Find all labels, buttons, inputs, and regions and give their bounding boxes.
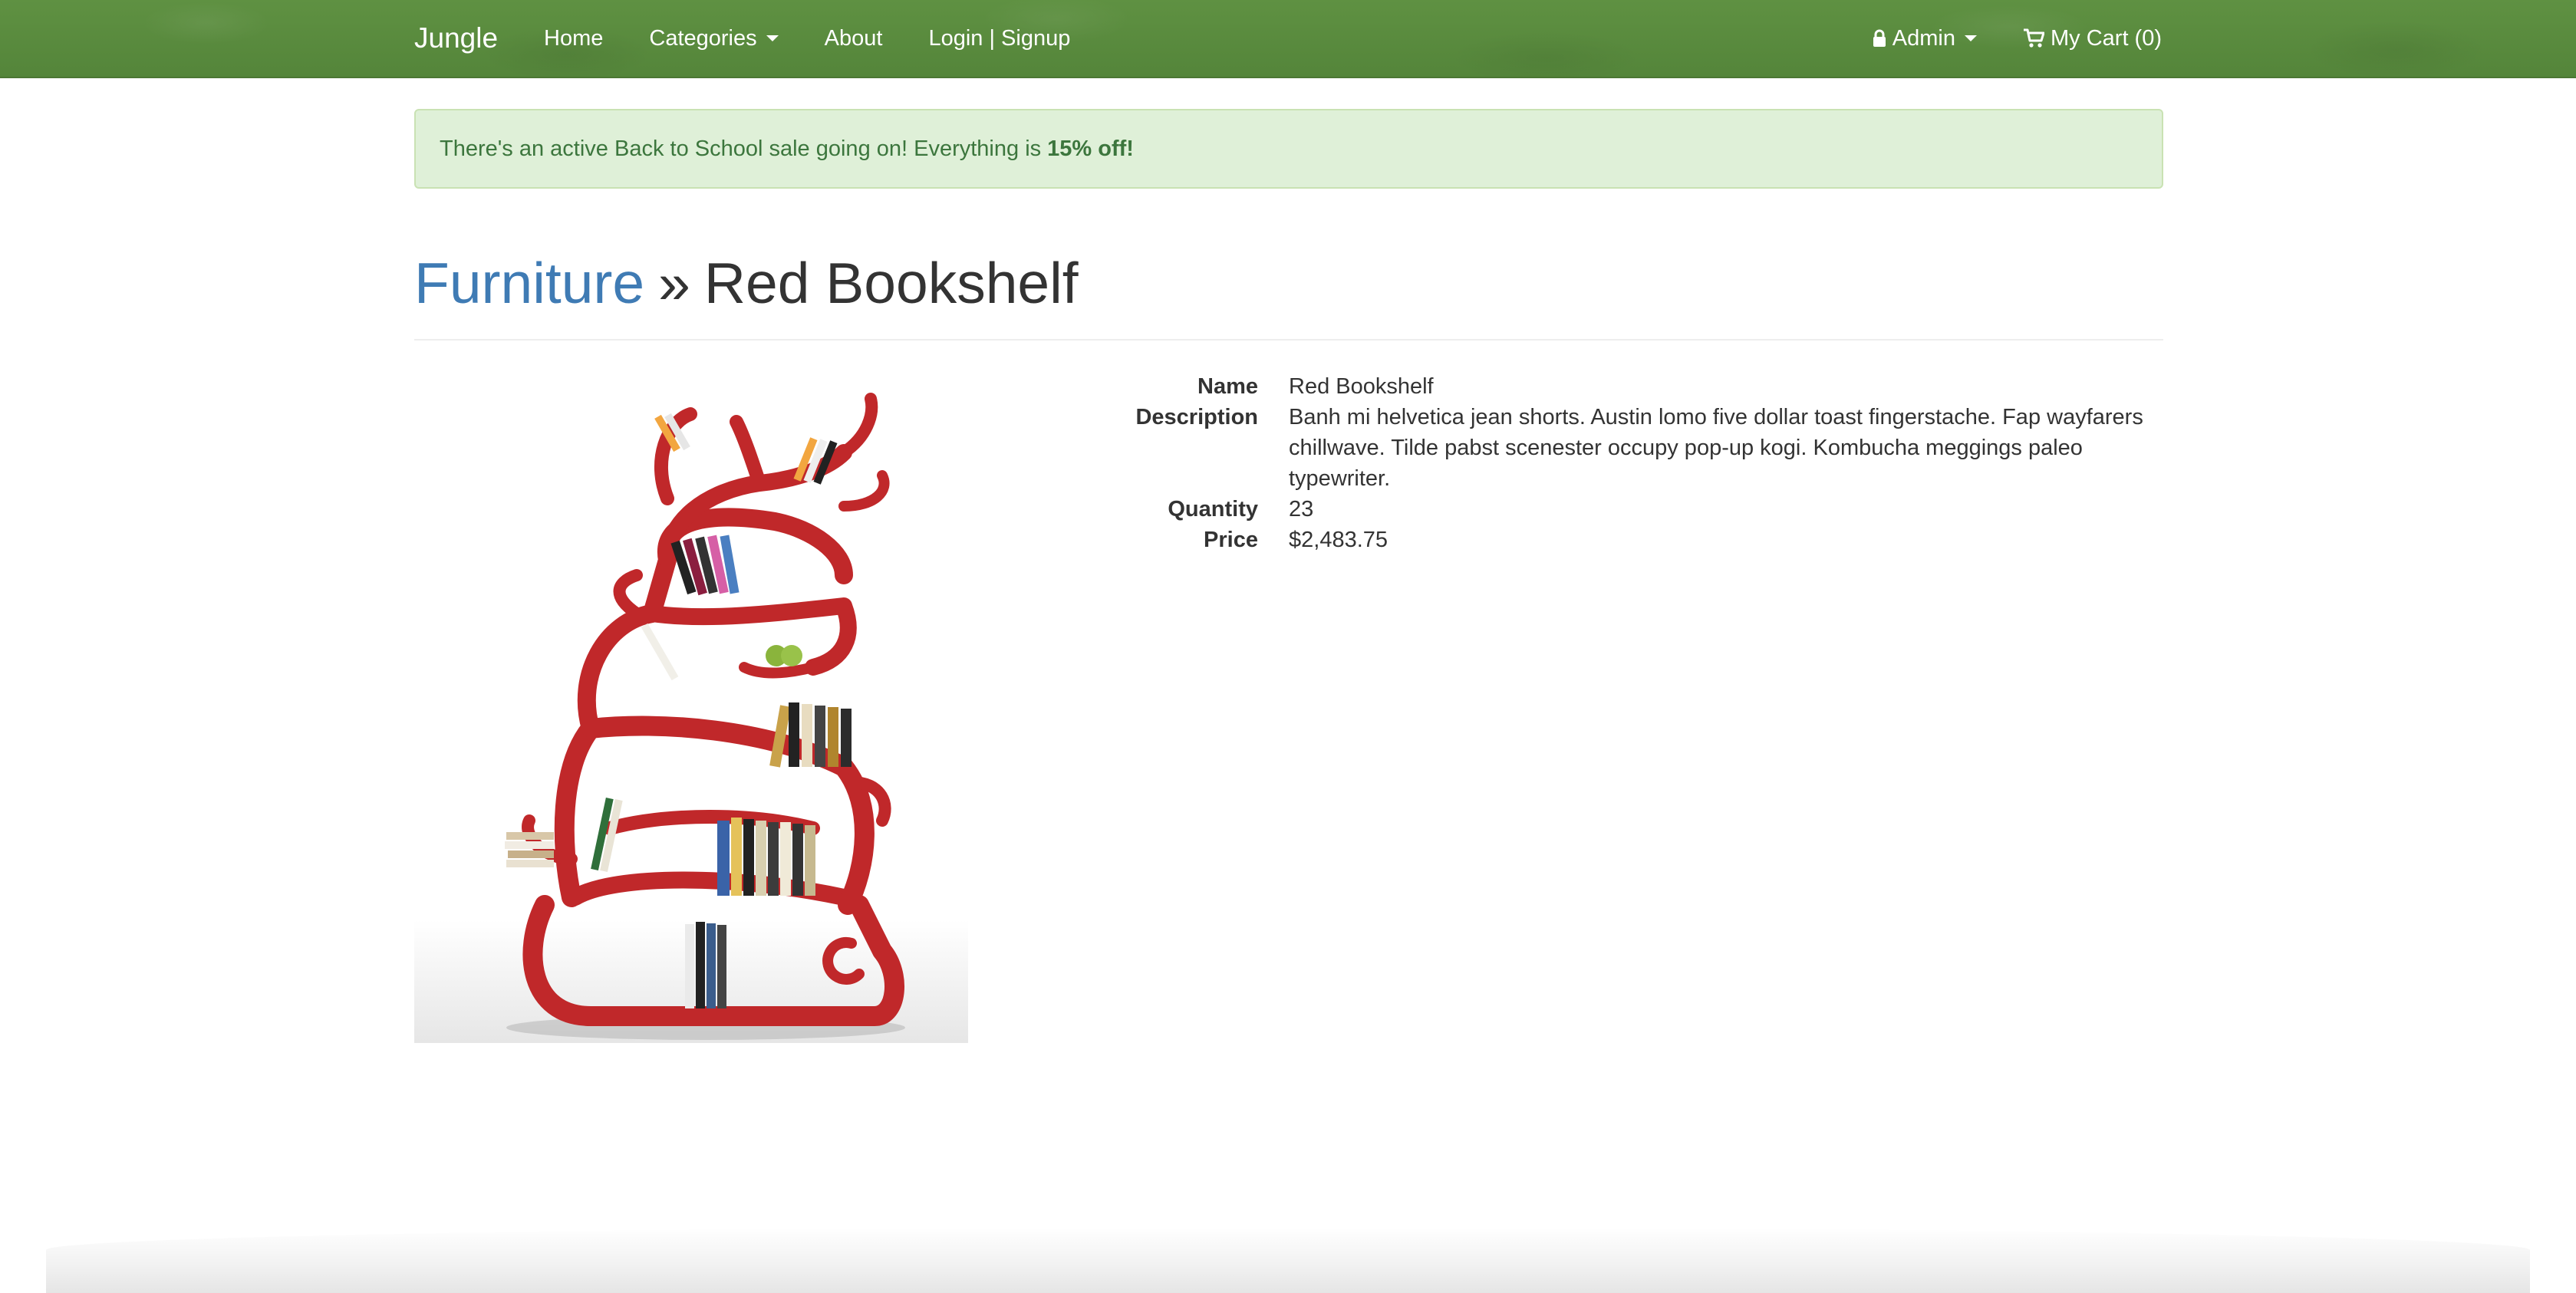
- name-value: Red Bookshelf: [1289, 374, 1434, 399]
- page-bottom-shadow: [46, 1227, 2530, 1293]
- product-details: Name Red Bookshelf Description Banh mi h…: [1097, 371, 2163, 555]
- breadcrumb-separator: »: [658, 251, 690, 315]
- product-title: Red Bookshelf: [703, 251, 1079, 315]
- detail-row-price: Price $2,483.75: [1097, 525, 2163, 555]
- product-image: [414, 368, 968, 1043]
- detail-row-name: Name Red Bookshelf: [1097, 371, 2163, 402]
- quantity-label: Quantity: [1168, 497, 1258, 521]
- nav-cart[interactable]: My Cart (0): [2023, 26, 2162, 51]
- sale-alert-message: There's an active Back to School sale go…: [440, 136, 1042, 161]
- name-label: Name: [1197, 374, 1258, 399]
- page-title: Furniture» Red Bookshelf: [414, 255, 1079, 312]
- sale-alert: There's an active Back to School sale go…: [414, 109, 2163, 189]
- red-bookshelf-illustration: [414, 393, 968, 1043]
- nav-admin-label: Admin: [1892, 25, 1955, 51]
- nav-categories-dropdown[interactable]: Categories: [649, 25, 779, 51]
- sale-alert-emphasis: 15% off!: [1047, 136, 1134, 161]
- navbar-right: Admin My Cart (0): [1827, 26, 2162, 51]
- shopping-cart-icon: [2023, 28, 2044, 48]
- nav-cart-label: My Cart (0): [2051, 25, 2162, 51]
- navbar-container: Jungle Home Categories About Login | Sig…: [414, 0, 2162, 77]
- books: [505, 413, 852, 1008]
- nav-categories-label: Categories: [649, 25, 757, 51]
- description-value: Banh mi helvetica jean shorts. Austin lo…: [1289, 405, 2143, 491]
- detail-row-description: Description Banh mi helvetica jean short…: [1097, 402, 2163, 494]
- nav-home[interactable]: Home: [544, 26, 603, 51]
- brand-link[interactable]: Jungle: [414, 22, 498, 54]
- lock-icon: [1873, 29, 1886, 48]
- caret-down-icon: [1965, 35, 1977, 41]
- page-header: Furniture» Red Bookshelf: [414, 238, 2163, 341]
- nav-admin-dropdown[interactable]: Admin: [1873, 26, 1977, 51]
- nav-login-signup[interactable]: Login | Signup: [928, 26, 1070, 51]
- detail-row-quantity: Quantity 23: [1097, 494, 2163, 525]
- caret-down-icon: [766, 35, 779, 41]
- breadcrumb-category-link[interactable]: Furniture: [414, 251, 644, 315]
- price-value: $2,483.75: [1289, 528, 1388, 552]
- top-navbar: Jungle Home Categories About Login | Sig…: [0, 0, 2576, 78]
- price-label: Price: [1204, 528, 1258, 552]
- nav-about[interactable]: About: [825, 26, 883, 51]
- quantity-value: 23: [1289, 497, 1314, 521]
- description-label: Description: [1135, 405, 1258, 429]
